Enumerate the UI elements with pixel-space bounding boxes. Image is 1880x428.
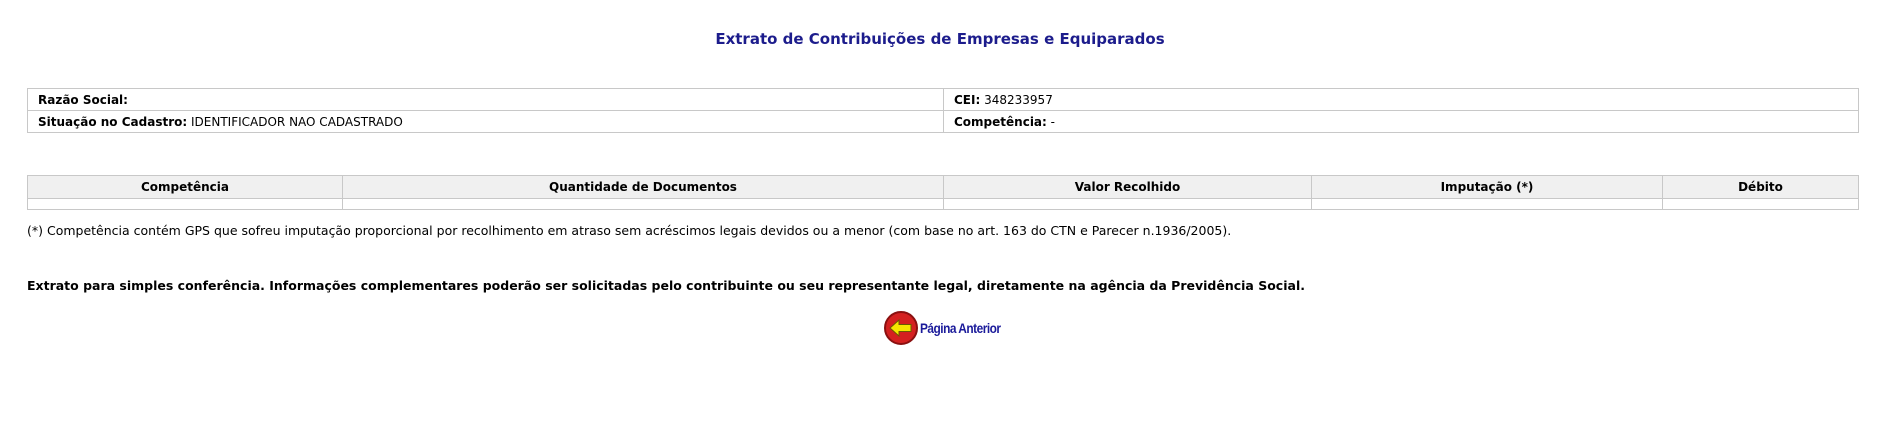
situacao-label: Situação no Cadastro:: [38, 114, 188, 129]
previous-page-label: Página Anterior: [920, 320, 1001, 336]
company-info-table: Razão Social: CEI: 348233957 Situação no…: [27, 88, 1859, 133]
situacao-cell: Situação no Cadastro: IDENTIFICADOR NAO …: [27, 110, 944, 133]
arrow-left-icon: [884, 311, 918, 345]
competencia-value: -: [1050, 114, 1055, 129]
column-header-competencia: Competência: [27, 175, 343, 199]
column-header-imputacao: Imputação (*): [1311, 175, 1663, 199]
info-row: Situação no Cadastro: IDENTIFICADOR NAO …: [27, 110, 1859, 133]
razao-social-cell: Razão Social:: [27, 88, 944, 111]
competencia-cell: Competência: -: [943, 110, 1859, 133]
table-empty-row: [27, 198, 1859, 210]
info-row: Razão Social: CEI: 348233957: [27, 88, 1859, 111]
column-header-debito: Débito: [1662, 175, 1859, 199]
competencia-label: Competência:: [954, 114, 1047, 129]
cei-label: CEI:: [954, 92, 981, 107]
razao-social-label: Razão Social:: [38, 92, 128, 107]
contributions-table: Competência Quantidade de Documentos Val…: [27, 175, 1859, 210]
disclaimer: Extrato para simples conferência. Inform…: [27, 278, 1305, 293]
cei-value: 348233957: [984, 92, 1053, 107]
footnote: (*) Competência contém GPS que sofreu im…: [27, 223, 1232, 238]
cei-cell: CEI: 348233957: [943, 88, 1859, 111]
column-header-valor: Valor Recolhido: [943, 175, 1312, 199]
situacao-value: IDENTIFICADOR NAO CADASTRADO: [191, 114, 403, 129]
table-header-row: Competência Quantidade de Documentos Val…: [27, 175, 1859, 199]
column-header-quantidade: Quantidade de Documentos: [342, 175, 944, 199]
page-title: Extrato de Contribuições de Empresas e E…: [715, 30, 1165, 48]
previous-page-button[interactable]: Página Anterior: [884, 310, 1015, 346]
